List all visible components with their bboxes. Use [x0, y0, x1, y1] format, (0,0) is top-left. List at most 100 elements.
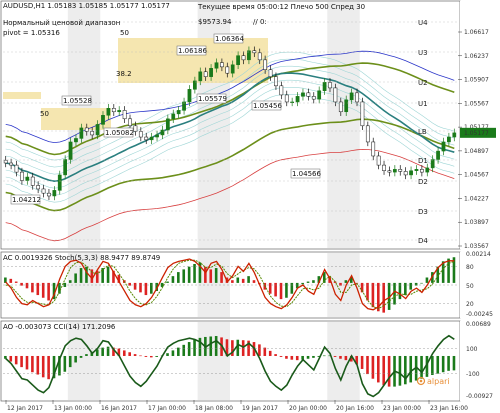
candle-body	[133, 125, 138, 132]
fib-zone	[41, 108, 111, 130]
candle-body	[317, 90, 322, 100]
ac-bar	[247, 276, 250, 283]
candle-body	[311, 96, 316, 100]
time-tick-label: 13 Jan 00:00	[54, 405, 92, 412]
price-label: 1.05528	[63, 97, 92, 105]
candle-body	[171, 113, 176, 120]
forex-chart: 50 38.2 50 1.04212 1.05528 1.05082 1.06186 1.0…	[0, 0, 500, 413]
candle-body	[74, 138, 78, 143]
candle-body	[452, 132, 457, 138]
ao-bar	[41, 355, 45, 378]
ao-bar	[268, 350, 272, 356]
fib-label: 50	[40, 110, 49, 118]
ao-bar	[366, 355, 369, 375]
ao-bar	[360, 355, 364, 369]
fib-zone	[3, 92, 41, 99]
server-time: Текущее время 05:00:12 Плечо 500 Спред 3…	[197, 3, 365, 11]
candle-body	[230, 64, 235, 74]
candle-body	[257, 52, 262, 61]
ac-bar	[31, 282, 34, 293]
range-subtitle: Нормальный ценовой диапазон	[3, 19, 120, 27]
ao-bar	[274, 354, 277, 356]
ao-bar	[263, 347, 267, 356]
ao-bar	[258, 344, 261, 356]
time-tick-label: 18 Jan 08:00	[195, 405, 233, 412]
ao-bar	[431, 355, 434, 376]
ac-bar	[166, 281, 169, 283]
ao-bar	[193, 339, 196, 356]
ac-bar	[398, 282, 402, 300]
candle-body	[111, 108, 116, 113]
candle-body	[349, 92, 354, 101]
axis-tick-label: 80	[466, 264, 474, 271]
candle-body	[117, 110, 122, 113]
ac-bar	[204, 266, 207, 283]
candle-body	[160, 129, 165, 136]
axis-strip	[460, 321, 499, 401]
axis-tick-label: 1.04567	[464, 172, 489, 179]
axis-tick-label: 0.00214	[466, 251, 491, 258]
ac-bar	[139, 282, 142, 293]
candle-body	[268, 69, 273, 77]
level-label: D1	[418, 157, 428, 165]
ao-bar	[14, 355, 18, 365]
ao-bar	[177, 347, 180, 356]
candle-body	[403, 171, 408, 176]
candle-body	[338, 101, 343, 113]
ao-bar	[241, 340, 245, 356]
ao-bar	[333, 355, 337, 357]
ao-bar	[139, 355, 142, 357]
ac-bar	[25, 282, 29, 289]
level-label: U3	[418, 49, 428, 57]
fib-zone	[118, 38, 268, 83]
ac-bar	[177, 272, 180, 283]
candle-body	[360, 101, 365, 127]
ao-bar	[63, 355, 67, 372]
time-tick-label: 16 Jan 2017	[101, 405, 137, 412]
candle-body	[436, 150, 440, 160]
axis-tick-label: 50	[466, 283, 474, 290]
ao-bar	[133, 354, 137, 356]
candle-body	[387, 170, 392, 173]
candle-body	[295, 96, 300, 103]
candle-body	[414, 169, 419, 171]
ao-bar	[166, 353, 169, 356]
axis-tick-label: 1.06617	[464, 29, 489, 36]
axis-tick-label: 1.04897	[464, 148, 489, 155]
candle-body	[155, 134, 159, 138]
bar-counter: // 0:	[253, 18, 267, 26]
candle-body	[376, 155, 381, 166]
candle-body	[144, 136, 149, 141]
ao-bar	[420, 355, 423, 379]
candle-body	[306, 92, 311, 97]
ao-bar	[68, 355, 72, 368]
candle-body	[30, 176, 35, 186]
ac-bar	[144, 282, 148, 296]
ac-bar	[447, 258, 450, 283]
candle-body	[47, 192, 51, 197]
candle-body	[398, 169, 403, 172]
ao-bar	[295, 355, 299, 361]
candle-body	[203, 71, 208, 77]
ao-bar	[20, 355, 23, 368]
axis-tick-label: 1.05567	[464, 100, 489, 107]
candle-body	[274, 76, 278, 87]
ac-bar	[420, 282, 423, 284]
ac-title: AC 0.0019326 Stoch(5,3,3) 88.9477 89.874…	[3, 254, 160, 262]
candle-body	[63, 159, 68, 176]
ac-bar	[209, 269, 213, 283]
level-label: U4	[418, 19, 428, 27]
time-tick-label: 23 Jan 16:00	[430, 405, 468, 412]
ac-bar	[150, 282, 153, 294]
ao-bar	[25, 355, 29, 370]
price-label: 1.04212	[12, 196, 41, 204]
level-label: U2	[418, 79, 428, 87]
ao-bar	[398, 355, 402, 386]
candle-body	[68, 141, 73, 160]
candle-body	[198, 71, 203, 82]
ac-bar	[187, 266, 191, 283]
axis-tick-label: 0.00689	[466, 321, 491, 328]
candle-body	[328, 82, 332, 89]
ac-bar	[241, 278, 245, 283]
axis-tick-label: 20	[466, 301, 474, 308]
